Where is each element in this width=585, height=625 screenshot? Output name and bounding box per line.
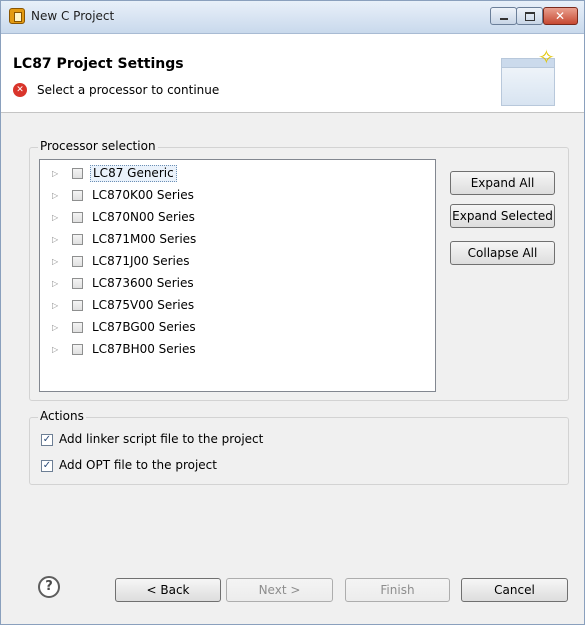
- expand-arrow-icon[interactable]: ▷: [52, 235, 58, 245]
- tree-item-label[interactable]: LC873600 Series: [90, 276, 196, 291]
- window-title: New C Project: [31, 9, 115, 23]
- expand-arrow-icon[interactable]: ▷: [52, 279, 58, 289]
- page-title: LC87 Project Settings: [13, 56, 184, 72]
- expand-arrow-icon[interactable]: ▷: [52, 301, 58, 311]
- tree-checkbox[interactable]: [72, 322, 83, 333]
- add-opt-file-option[interactable]: ✓ Add OPT file to the project: [41, 457, 541, 475]
- tree-item-label[interactable]: LC870N00 Series: [90, 210, 197, 225]
- tree-item-label[interactable]: LC87 Generic: [90, 165, 177, 182]
- tree-checkbox[interactable]: [72, 256, 83, 267]
- add-linker-script-option[interactable]: ✓ Add linker script file to the project: [41, 431, 541, 449]
- collapse-all-button[interactable]: Collapse All: [450, 241, 555, 265]
- tree-item-lc87bg00[interactable]: ▷ LC87BG00 Series: [40, 318, 435, 338]
- next-button[interactable]: Next >: [226, 578, 333, 602]
- expand-arrow-icon[interactable]: ▷: [52, 213, 58, 223]
- processor-selection-label: Processor selection: [38, 139, 158, 153]
- checkbox-checked[interactable]: ✓: [41, 434, 53, 446]
- tree-item-label[interactable]: LC870K00 Series: [90, 188, 196, 203]
- tree-checkbox[interactable]: [72, 212, 83, 223]
- processor-tree[interactable]: ▷ LC87 Generic ▷ LC870K00 Series ▷ LC870…: [39, 159, 436, 392]
- tree-item-lc870k00[interactable]: ▷ LC870K00 Series: [40, 186, 435, 206]
- expand-selected-button[interactable]: Expand Selected: [450, 204, 555, 228]
- help-icon[interactable]: ?: [38, 576, 60, 598]
- new-c-project-dialog: New C Project LC87 Project Settings ✕ Se…: [0, 0, 585, 625]
- tree-item-lc87bh00[interactable]: ▷ LC87BH00 Series: [40, 340, 435, 360]
- tree-checkbox[interactable]: [72, 234, 83, 245]
- tree-item-label[interactable]: LC87BH00 Series: [90, 342, 198, 357]
- tree-item-label[interactable]: LC871M00 Series: [90, 232, 198, 247]
- tree-item-label[interactable]: LC87BG00 Series: [90, 320, 198, 335]
- tree-item-label[interactable]: LC875V00 Series: [90, 298, 196, 313]
- back-button[interactable]: < Back: [115, 578, 221, 602]
- tree-item-lc875v00[interactable]: ▷ LC875V00 Series: [40, 296, 435, 316]
- tree-item-lc870n00[interactable]: ▷ LC870N00 Series: [40, 208, 435, 228]
- tree-item-label[interactable]: LC871J00 Series: [90, 254, 192, 269]
- minimize-button[interactable]: [490, 7, 517, 25]
- tree-item-lc873600[interactable]: ▷ LC873600 Series: [40, 274, 435, 294]
- expand-arrow-icon[interactable]: ▷: [52, 323, 58, 333]
- status-message: Select a processor to continue: [37, 83, 220, 97]
- expand-arrow-icon[interactable]: ▷: [52, 257, 58, 267]
- wizard-banner-icon: [501, 45, 555, 106]
- option-label[interactable]: Add linker script file to the project: [59, 432, 263, 446]
- tree-checkbox[interactable]: [72, 300, 83, 311]
- title-bar: New C Project: [1, 1, 584, 34]
- checkbox-checked[interactable]: ✓: [41, 460, 53, 472]
- expand-arrow-icon[interactable]: ▷: [52, 169, 58, 179]
- tree-item-lc871m00[interactable]: ▷ LC871M00 Series: [40, 230, 435, 250]
- error-icon: ✕: [13, 83, 27, 97]
- finish-button[interactable]: Finish: [345, 578, 450, 602]
- tree-item-lc871j00[interactable]: ▷ LC871J00 Series: [40, 252, 435, 272]
- app-icon: [9, 8, 25, 24]
- actions-label: Actions: [38, 409, 86, 423]
- tree-item-lc87-generic[interactable]: ▷ LC87 Generic: [40, 164, 435, 184]
- cancel-button[interactable]: Cancel: [461, 578, 568, 602]
- expand-all-button[interactable]: Expand All: [450, 171, 555, 195]
- expand-arrow-icon[interactable]: ▷: [52, 191, 58, 201]
- wizard-header: LC87 Project Settings ✕ Select a process…: [1, 34, 584, 113]
- maximize-button[interactable]: [516, 7, 543, 25]
- expand-arrow-icon[interactable]: ▷: [52, 345, 58, 355]
- option-label[interactable]: Add OPT file to the project: [59, 458, 217, 472]
- tree-checkbox[interactable]: [72, 168, 83, 179]
- tree-checkbox[interactable]: [72, 344, 83, 355]
- close-button[interactable]: [543, 7, 578, 25]
- tree-checkbox[interactable]: [72, 190, 83, 201]
- tree-checkbox[interactable]: [72, 278, 83, 289]
